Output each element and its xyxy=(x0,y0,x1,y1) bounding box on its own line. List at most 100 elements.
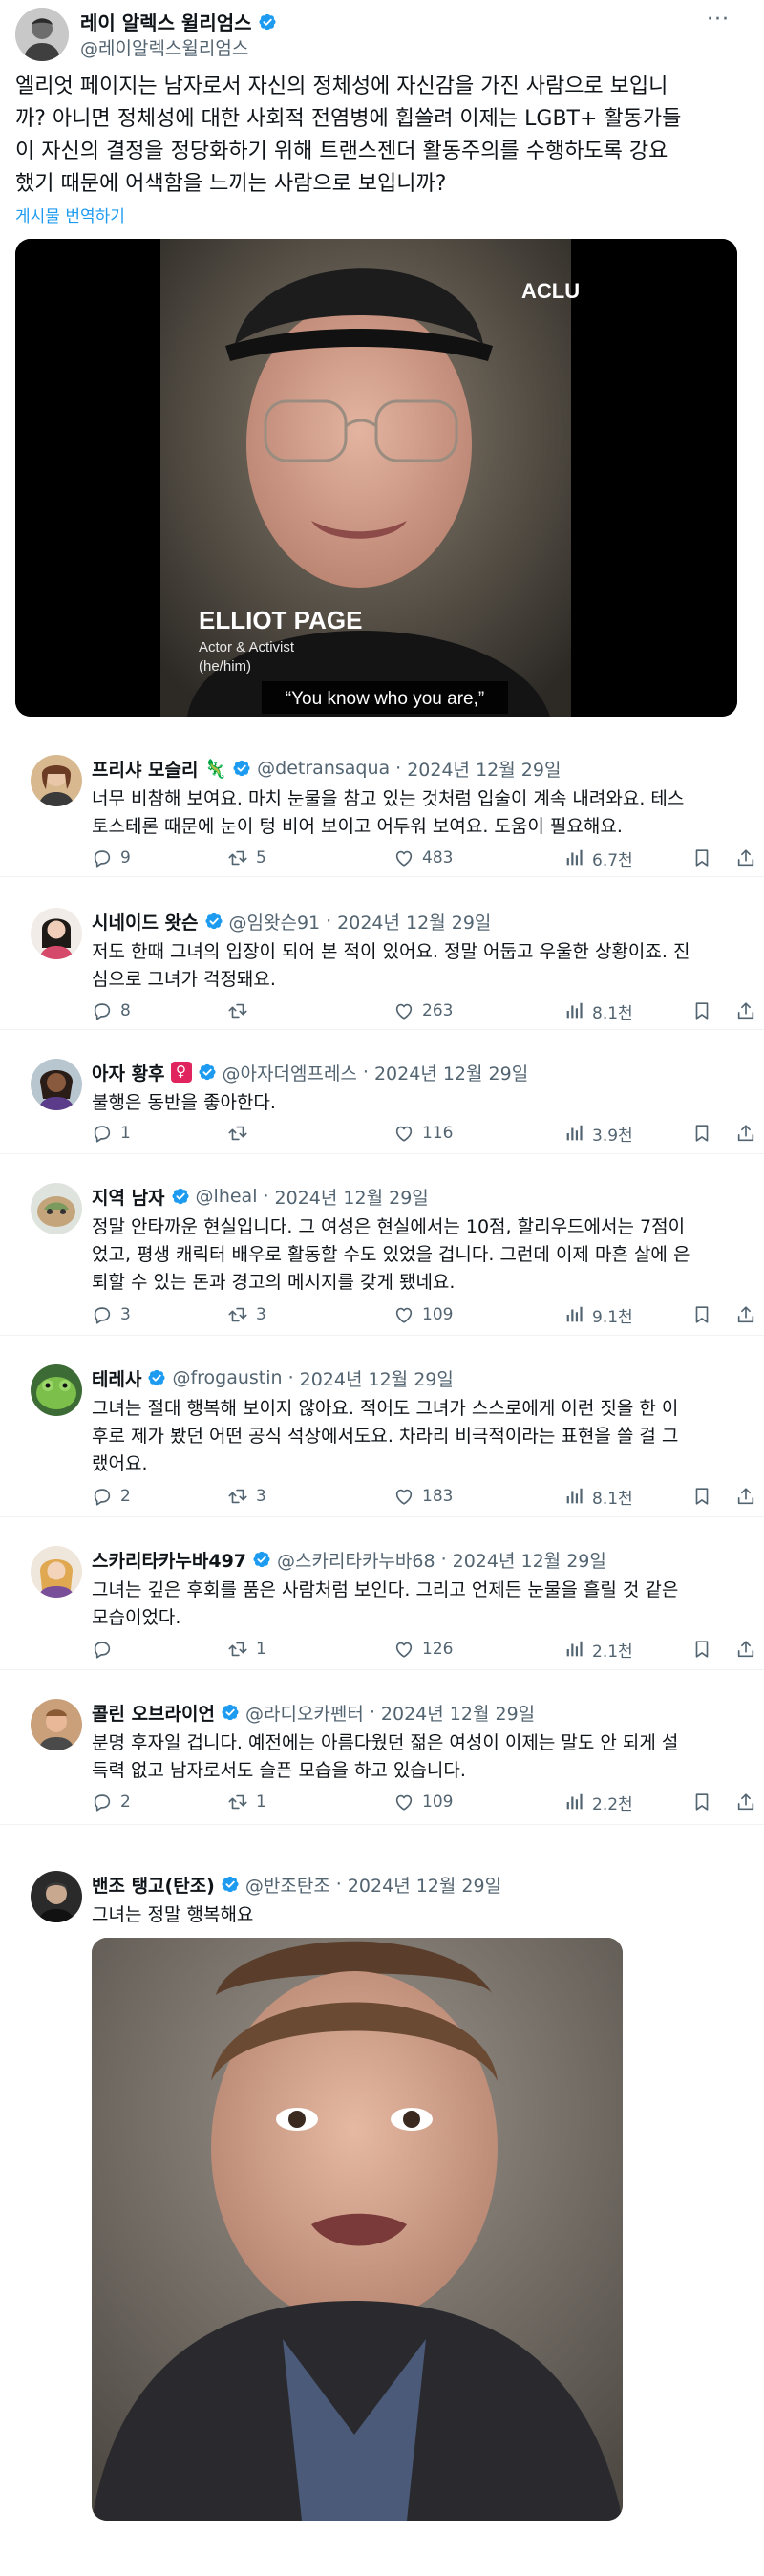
reply-author-name[interactable]: 콜린 오브라이언 xyxy=(92,1700,215,1726)
repost-count: 3 xyxy=(256,1305,266,1324)
bookmark-button[interactable] xyxy=(691,1485,712,1508)
share-button[interactable] xyxy=(735,1303,756,1326)
reply-author-name[interactable]: 스카리타카누바497 xyxy=(92,1547,246,1573)
bookmark-button[interactable] xyxy=(691,1638,712,1661)
reply-item[interactable]: 스카리타카누바497 @스카리타카누바68 · 2024년 12월 29일 그녀… xyxy=(0,1546,764,1670)
reply-item[interactable]: 프리샤 모슬리 🦎 @detransaqua · 2024년 12월 29일 너… xyxy=(0,755,764,877)
views-button[interactable]: 6.7천 xyxy=(563,847,633,870)
reply-author-name[interactable]: 테레사 xyxy=(92,1365,141,1391)
reply-handle[interactable]: @반조탄조 xyxy=(245,1872,330,1898)
like-button[interactable]: 183 xyxy=(393,1485,453,1508)
translate-post-link[interactable]: 게시물 번역하기 xyxy=(15,203,125,226)
reply-handle[interactable]: @detransaqua xyxy=(257,758,390,779)
reply-item[interactable]: 콜린 오브라이언 @라디오카펜터 · 2024년 12월 29일 분명 후자일 … xyxy=(0,1699,764,1825)
reply-date[interactable]: 2024년 12월 29일 xyxy=(337,909,491,934)
bookmark-button[interactable] xyxy=(691,1791,712,1814)
more-options-icon[interactable]: ··· xyxy=(707,8,730,32)
like-button[interactable]: 116 xyxy=(393,1122,453,1145)
views-button[interactable]: 8.1천 xyxy=(563,1485,633,1509)
views-button[interactable]: 2.2천 xyxy=(563,1791,633,1814)
reply-image[interactable] xyxy=(92,1938,623,2521)
views-button[interactable]: 8.1천 xyxy=(563,999,633,1023)
reply-avatar[interactable] xyxy=(31,1059,82,1110)
reply-author-name[interactable]: 프리샤 모슬리 xyxy=(92,756,199,782)
reply-button[interactable]: 8 xyxy=(92,999,131,1022)
views-button[interactable]: 2.1천 xyxy=(563,1638,633,1662)
reply-handle[interactable]: @임왓슨91 xyxy=(229,909,321,934)
reply-handle[interactable]: @frogaustin xyxy=(172,1367,282,1388)
bar-chart-icon xyxy=(563,848,584,869)
share-button[interactable] xyxy=(735,1485,756,1508)
share-button[interactable] xyxy=(735,1638,756,1661)
share-button[interactable] xyxy=(735,847,756,869)
reply-button[interactable]: 3 xyxy=(92,1303,131,1326)
reply-avatar[interactable] xyxy=(31,908,82,959)
reply-avatar[interactable] xyxy=(31,1364,82,1416)
views-button[interactable]: 9.1천 xyxy=(563,1303,633,1327)
bar-chart-icon xyxy=(563,1123,584,1144)
reply-avatar[interactable] xyxy=(31,1871,82,1922)
repost-button[interactable]: 1 xyxy=(227,1791,266,1814)
author-name[interactable]: 레이 알렉스 윌리엄스 xyxy=(80,8,277,35)
reply-item[interactable]: 지역 남자 @lheal · 2024년 12월 29일 정말 안타까운 현실입… xyxy=(0,1183,764,1336)
share-button[interactable] xyxy=(735,1122,756,1145)
reply-date[interactable]: 2024년 12월 29일 xyxy=(348,1872,501,1898)
like-button[interactable]: 126 xyxy=(393,1638,453,1661)
reply-icon xyxy=(92,1639,113,1660)
share-button[interactable] xyxy=(735,1791,756,1814)
reply-button[interactable]: 2 xyxy=(92,1791,131,1814)
like-button[interactable]: 483 xyxy=(393,847,453,869)
like-button[interactable]: 109 xyxy=(393,1791,453,1814)
reply-header: 스카리타카누바497 @스카리타카누바68 · 2024년 12월 29일 xyxy=(92,1546,606,1573)
share-icon xyxy=(735,1639,756,1660)
reply-avatar[interactable] xyxy=(31,1699,82,1750)
reply-date[interactable]: 2024년 12월 29일 xyxy=(453,1547,606,1573)
heart-icon xyxy=(393,1123,414,1144)
reply-handle[interactable]: @아자더엠프레스 xyxy=(223,1060,357,1085)
reply-button[interactable]: 2 xyxy=(92,1485,131,1508)
reply-button[interactable] xyxy=(92,1638,120,1661)
reply-date[interactable]: 2024년 12월 29일 xyxy=(275,1184,429,1210)
views-button[interactable]: 3.9천 xyxy=(563,1122,633,1146)
like-button[interactable]: 263 xyxy=(393,999,453,1022)
reply-date[interactable]: 2024년 12월 29일 xyxy=(381,1700,535,1726)
author-avatar[interactable] xyxy=(15,8,69,61)
bookmark-button[interactable] xyxy=(691,1303,712,1326)
repost-button[interactable]: 5 xyxy=(227,847,266,869)
reply-avatar[interactable] xyxy=(31,1183,82,1234)
reply-avatar[interactable] xyxy=(31,755,82,806)
post-text: 엘리엇 페이지는 남자로서 자신의 정체성에 자신감을 가진 사람으로 보입니 … xyxy=(15,75,682,196)
reply-author-name[interactable]: 아자 황후 xyxy=(92,1060,165,1085)
reply-handle[interactable]: @라디오카펜터 xyxy=(245,1700,364,1726)
bookmark-button[interactable] xyxy=(691,847,712,869)
reply-actions: 2 3 183 8.1천 xyxy=(92,1485,751,1509)
author-handle[interactable]: @레이알렉스윌리엄스 xyxy=(80,34,248,60)
bookmark-button[interactable] xyxy=(691,999,712,1022)
reply-date[interactable]: 2024년 12월 29일 xyxy=(407,756,561,782)
bookmark-button[interactable] xyxy=(691,1122,712,1145)
post-video[interactable]: ACLU ELLIOT PAGE Actor & Activist (he/hi… xyxy=(15,239,737,717)
bookmark-icon xyxy=(691,1486,712,1507)
repost-button[interactable]: 1 xyxy=(227,1638,266,1661)
reply-author-name[interactable]: 지역 남자 xyxy=(92,1184,165,1210)
reply-author-name[interactable]: 시네이드 왓슨 xyxy=(92,909,199,934)
repost-count: 5 xyxy=(256,848,266,868)
reply-item[interactable]: 밴조 탱고(탄조) @반조탄조 · 2024년 12월 29일 그녀는 정말 행… xyxy=(0,1871,764,2576)
reply-author-name[interactable]: 밴조 탱고(탄조) xyxy=(92,1872,215,1898)
reply-handle[interactable]: @lheal xyxy=(196,1186,258,1207)
reply-date[interactable]: 2024년 12월 29일 xyxy=(374,1060,528,1085)
reply-item[interactable]: 테레사 @frogaustin · 2024년 12월 29일 그녀는 절대 행… xyxy=(0,1364,764,1517)
repost-button[interactable] xyxy=(227,999,256,1022)
reply-item[interactable]: 시네이드 왓슨 @임왓슨91 · 2024년 12월 29일 저도 한때 그녀의… xyxy=(0,908,764,1030)
reply-button[interactable]: 1 xyxy=(92,1122,131,1145)
reply-handle[interactable]: @스카리타카누바68 xyxy=(277,1547,435,1573)
share-button[interactable] xyxy=(735,999,756,1022)
repost-button[interactable] xyxy=(227,1122,256,1145)
reply-date[interactable]: 2024년 12월 29일 xyxy=(300,1365,454,1391)
reply-avatar[interactable] xyxy=(31,1546,82,1598)
reply-item[interactable]: 아자 황후 ♀ @아자더엠프레스 · 2024년 12월 29일 불행은 동반을… xyxy=(0,1059,764,1154)
reply-button[interactable]: 9 xyxy=(92,847,131,869)
repost-button[interactable]: 3 xyxy=(227,1485,266,1508)
repost-button[interactable]: 3 xyxy=(227,1303,266,1326)
like-button[interactable]: 109 xyxy=(393,1303,453,1326)
